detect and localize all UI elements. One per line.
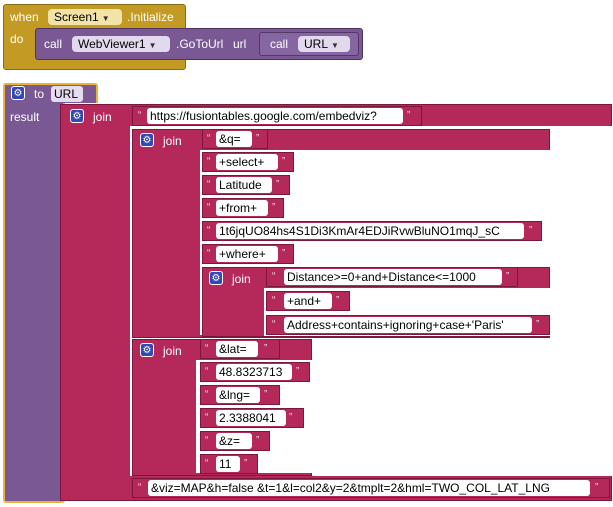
open-quote: “ bbox=[205, 435, 209, 446]
open-quote: “ bbox=[205, 343, 209, 354]
lat-value-field[interactable]: 48.8323713 bbox=[216, 364, 292, 380]
to-label: to bbox=[34, 87, 45, 101]
gear-icon[interactable]: ⚙ bbox=[70, 109, 84, 123]
webviewer1-dropdown[interactable]: WebViewer1 ▼ bbox=[72, 36, 170, 52]
close-quote: ” bbox=[506, 271, 510, 282]
close-quote: ” bbox=[272, 202, 276, 213]
latitude-field[interactable]: Latitude bbox=[216, 177, 272, 193]
join-label: join bbox=[163, 134, 182, 148]
gear-icon[interactable]: ⚙ bbox=[11, 86, 25, 100]
screen1-dropdown[interactable]: Screen1 ▼ bbox=[48, 9, 122, 25]
open-quote: “ bbox=[207, 179, 211, 190]
join-label: join bbox=[93, 110, 112, 124]
gear-icon[interactable]: ⚙ bbox=[140, 133, 154, 147]
join-label: join bbox=[232, 272, 251, 286]
event-name: .Initialize bbox=[127, 10, 174, 24]
open-quote: “ bbox=[272, 271, 276, 282]
close-quote: ” bbox=[536, 319, 540, 330]
procedure-url-block[interactable] bbox=[3, 83, 65, 503]
method-name: .GoToUrl bbox=[176, 37, 224, 51]
close-quote: ” bbox=[296, 366, 300, 377]
distance-field[interactable]: Distance>=0+and+Distance<=1000 bbox=[284, 269, 502, 285]
open-quote: “ bbox=[205, 389, 209, 400]
close-quote: ” bbox=[407, 110, 411, 121]
open-quote: “ bbox=[205, 458, 209, 469]
base-url-field[interactable]: https://fusiontables.google.com/embedviz… bbox=[147, 108, 403, 124]
close-quote: ” bbox=[264, 343, 268, 354]
close-quote: ” bbox=[264, 389, 268, 400]
where-field[interactable]: +where+ bbox=[216, 246, 278, 262]
close-quote: ” bbox=[256, 435, 260, 446]
chevron-down-icon: ▼ bbox=[148, 41, 157, 50]
url-procedure-dropdown[interactable]: URL ▼ bbox=[298, 36, 350, 52]
inner-call-label: call bbox=[270, 37, 289, 51]
open-quote: “ bbox=[138, 110, 142, 121]
close-quote: ” bbox=[256, 133, 260, 144]
close-quote: ” bbox=[282, 248, 286, 259]
result-label: result bbox=[10, 110, 40, 124]
table-id-field[interactable]: 1t6jqUO84hs4S1Di3KmAr4EDJiRvwBluNO1mqJ_s… bbox=[216, 223, 524, 239]
open-quote: “ bbox=[207, 225, 211, 236]
when-label: when bbox=[10, 10, 39, 24]
webviewer1-label: WebViewer1 bbox=[78, 37, 146, 51]
from-field[interactable]: +from+ bbox=[216, 200, 268, 216]
do-label: do bbox=[10, 32, 24, 46]
open-quote: “ bbox=[138, 482, 142, 493]
open-quote: “ bbox=[207, 248, 211, 259]
open-quote: “ bbox=[205, 366, 209, 377]
select-field[interactable]: +select+ bbox=[216, 154, 278, 170]
open-quote: “ bbox=[207, 202, 211, 213]
screen1-label: Screen1 bbox=[54, 10, 99, 24]
join-label: join bbox=[163, 344, 182, 358]
open-quote: “ bbox=[207, 156, 211, 167]
open-quote: “ bbox=[272, 319, 276, 330]
q-field[interactable]: &q= bbox=[216, 131, 252, 147]
and-field[interactable]: +and+ bbox=[284, 293, 332, 309]
gear-icon[interactable]: ⚙ bbox=[140, 343, 154, 357]
close-quote: ” bbox=[336, 295, 340, 306]
close-quote: ” bbox=[529, 225, 533, 236]
lng-field[interactable]: &lng= bbox=[216, 387, 260, 403]
open-quote: “ bbox=[272, 295, 276, 306]
chevron-down-icon: ▼ bbox=[101, 14, 110, 23]
url-param-label: url bbox=[233, 37, 247, 51]
z-value-field[interactable]: 11 bbox=[216, 456, 240, 472]
procedure-name-field[interactable]: URL bbox=[51, 86, 83, 102]
close-quote: ” bbox=[282, 156, 286, 167]
lng-value-field[interactable]: 2.3388041 bbox=[216, 410, 286, 426]
z-field[interactable]: &z= bbox=[216, 433, 252, 449]
close-quote: ” bbox=[244, 458, 248, 469]
chevron-down-icon: ▼ bbox=[331, 41, 339, 50]
open-quote: “ bbox=[207, 133, 211, 144]
call-label: call bbox=[44, 37, 63, 51]
gear-icon[interactable]: ⚙ bbox=[209, 271, 223, 285]
lat-field[interactable]: &lat= bbox=[216, 341, 258, 357]
close-quote: ” bbox=[289, 412, 293, 423]
open-quote: “ bbox=[205, 412, 209, 423]
address-field[interactable]: Address+contains+ignoring+case+'Paris' bbox=[284, 317, 532, 333]
url-procedure-label: URL bbox=[304, 37, 329, 51]
close-quote: ” bbox=[276, 179, 280, 190]
viz-field[interactable]: &viz=MAP&h=false &t=1&l=col2&y=2&tmplt=2… bbox=[148, 480, 590, 496]
close-quote: ” bbox=[595, 482, 599, 493]
